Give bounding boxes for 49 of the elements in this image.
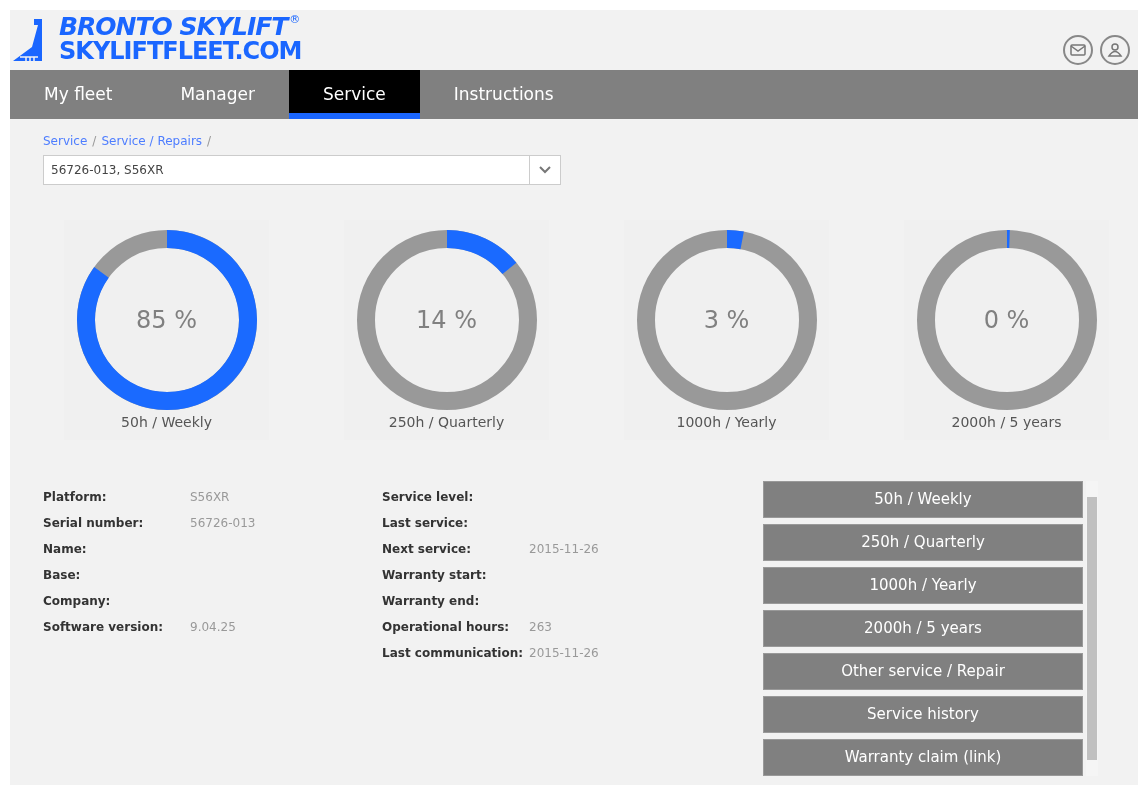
service-button[interactable]: Warranty claim (link) <box>763 739 1083 776</box>
service-button[interactable]: 250h / Quarterly <box>763 524 1083 561</box>
detail-label: Operational hours: <box>382 619 511 636</box>
chevron-down-icon <box>539 166 551 174</box>
detail-label: Base: <box>43 567 82 584</box>
nav-tab[interactable]: Manager <box>146 70 289 119</box>
detail-value: 2015-11-26 <box>529 541 599 558</box>
gauge-percentage: 3 % <box>703 305 750 336</box>
machine-select[interactable]: 56726-013, S56XR <box>43 155 561 185</box>
mail-icon[interactable] <box>1063 35 1093 65</box>
gauge-percentage: 14 % <box>416 305 477 336</box>
service-button[interactable]: Service history <box>763 696 1083 733</box>
gauge-label: 1000h / Yearly <box>676 413 777 432</box>
gauge-percentage: 0 % <box>983 305 1030 336</box>
service-button[interactable]: 50h / Weekly <box>763 481 1083 518</box>
registered-mark: ® <box>289 14 301 25</box>
gauge-percentage: 85 % <box>136 305 197 336</box>
detail-label: Serial number: <box>43 515 145 532</box>
detail-label: Name: <box>43 541 88 558</box>
detail-label: Software version: <box>43 619 164 636</box>
detail-value: 2015-11-26 <box>529 645 599 662</box>
logo-title: BRONTO SKYLIFT <box>59 14 288 39</box>
gauge-label: 250h / Quarterly <box>388 413 505 432</box>
detail-label: Service level: <box>382 489 475 506</box>
breadcrumb-separator: / <box>207 133 212 150</box>
detail-value: S56XR <box>190 489 230 506</box>
breadcrumb-link[interactable]: Service / Repairs <box>101 132 203 150</box>
detail-label: Platform: <box>43 489 108 506</box>
detail-label: Last communication: <box>382 645 524 662</box>
breadcrumb-separator: / <box>92 133 97 150</box>
breadcrumb-link[interactable]: Service <box>43 132 88 150</box>
nav-tab[interactable]: Instructions <box>419 70 588 119</box>
detail-value: 9.04.25 <box>190 619 236 636</box>
nav-tab[interactable]: Service <box>288 70 420 119</box>
service-button[interactable]: 2000h / 5 years <box>763 610 1083 647</box>
user-icon[interactable] <box>1100 35 1130 65</box>
service-button[interactable]: Other service / Repair <box>763 653 1083 690</box>
detail-label: Next service: <box>382 541 473 558</box>
detail-value: 263 <box>529 619 552 636</box>
nav-tab[interactable]: My fleet <box>10 70 147 119</box>
detail-label: Company: <box>43 593 112 610</box>
detail-value: 56726-013 <box>190 515 256 532</box>
gauge-label: 50h / Weekly <box>121 413 212 432</box>
detail-label: Warranty start: <box>382 567 488 584</box>
detail-label: Last service: <box>382 515 469 532</box>
detail-label: Warranty end: <box>382 593 481 610</box>
service-button[interactable]: 1000h / Yearly <box>763 567 1083 604</box>
gauge-label: 2000h / 5 years <box>951 413 1062 432</box>
logo-subtitle: SKYLIFTFLEET.COM <box>59 39 302 63</box>
